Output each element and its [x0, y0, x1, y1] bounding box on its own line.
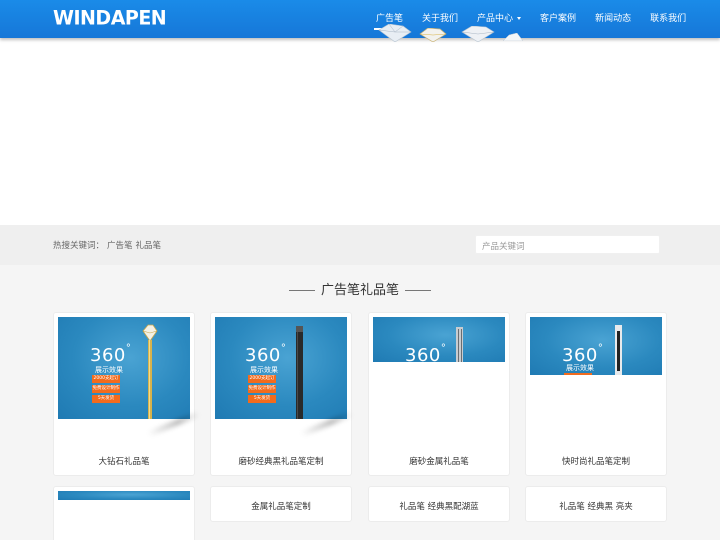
pen-image-icon: [615, 325, 622, 375]
site-logo[interactable]: WINDAPEN: [53, 6, 167, 29]
promo-sub-text: 展示效果: [95, 366, 123, 374]
nav-label: 联系我们: [650, 14, 687, 24]
section-title: 广告笔礼品笔: [0, 279, 720, 298]
promo-badge: 5天发货: [248, 395, 276, 403]
product-card[interactable]: 礼品笔 经典黑配湖蓝: [368, 486, 510, 522]
product-card[interactable]: 金属礼品笔定制: [210, 486, 352, 522]
nav-item-ad-pen[interactable]: 广告笔: [373, 11, 404, 30]
product-search-input[interactable]: 产品关键词: [475, 235, 660, 254]
product-name: 磨砂经典黑礼品笔定制: [238, 457, 324, 467]
product-image: [58, 491, 190, 500]
product-image: 360° 展示效果 2000支起订 免费设计制作 5天发货: [58, 317, 190, 419]
promo-sub-text: 展示效果: [566, 364, 594, 372]
nav-item-products[interactable]: 产品中心: [477, 11, 522, 24]
nav-label: 产品中心: [477, 14, 514, 24]
section-title-text: 广告笔礼品笔: [320, 283, 399, 298]
nav-label: 新闻动态: [595, 14, 632, 24]
product-name: 快时尚礼品笔定制: [561, 457, 630, 467]
promo-badge: 2000支起订: [92, 375, 120, 383]
promo-badge: 2000支起订: [248, 375, 276, 383]
promo-badge: 免费设计制作: [92, 385, 120, 393]
nav-item-news[interactable]: 新闻动态: [595, 11, 631, 24]
nav-item-about[interactable]: 关于我们: [422, 11, 458, 24]
diamond-decoration-icon: [461, 26, 495, 42]
product-image: 360° 展示效果: [530, 317, 662, 375]
nav-label: 客户案例: [540, 14, 577, 24]
product-image: 360° 展示效果 2000支起订 免费设计制作 5天发货: [215, 317, 347, 419]
promo-sub-text: 展示效果: [250, 366, 278, 374]
product-name: 礼品笔 经典黑配湖蓝: [399, 502, 479, 512]
promo-badge: [564, 373, 592, 375]
pen-image-icon: [456, 327, 463, 362]
diamond-decoration-icon: [419, 28, 447, 42]
search-strip: 热搜关键词： 广告笔 礼品笔 产品关键词: [0, 225, 720, 265]
hot-keywords-label: 热搜关键词：: [53, 241, 105, 251]
product-image: 360°: [373, 317, 505, 362]
promo-360-text: 360°: [405, 343, 447, 362]
product-card[interactable]: 360° 展示效果 快时尚礼品笔定制: [525, 312, 667, 476]
hot-keywords: 热搜关键词： 广告笔 礼品笔: [53, 239, 161, 251]
pen-image-icon: [296, 326, 303, 419]
nav-label: 广告笔: [376, 14, 404, 24]
product-name: 礼品笔 经典黑 亮夹: [559, 502, 633, 512]
title-divider-right: [405, 290, 431, 291]
nav-item-cases[interactable]: 客户案例: [540, 11, 576, 24]
promo-badge: 免费设计制作: [248, 385, 276, 393]
hot-keyword-link[interactable]: 礼品笔: [136, 241, 162, 251]
product-card[interactable]: 360° 展示效果 2000支起订 免费设计制作 5天发货 大钻石礼品笔: [53, 312, 201, 476]
product-card[interactable]: 360° 展示效果 2000支起订 免费设计制作 5天发货 磨砂经典黑礼品笔定制: [210, 312, 354, 476]
diamond-decoration-icon: [503, 33, 523, 41]
site-header: WINDAPEN 广告笔 关于我们 产品中心 客户案例 新闻动态 联系我们: [0, 0, 720, 38]
title-divider-left: [288, 290, 315, 291]
product-name: 磨砂金属礼品笔: [409, 457, 469, 467]
hot-keyword-link[interactable]: 广告笔: [107, 241, 133, 251]
main-nav: 广告笔 关于我们 产品中心 客户案例 新闻动态 联系我们: [373, 11, 705, 30]
nav-label: 关于我们: [422, 14, 459, 24]
promo-360-text: 360°: [90, 343, 132, 366]
promo-360-text: 360°: [245, 343, 287, 366]
hero-banner: [0, 38, 720, 225]
nav-item-contact[interactable]: 联系我们: [650, 11, 686, 24]
product-name: 金属礼品笔定制: [251, 502, 311, 512]
product-card[interactable]: 360° 磨砂金属礼品笔: [368, 312, 510, 476]
diamond-decoration-icon: [378, 24, 412, 42]
promo-badge: 5天发货: [92, 395, 120, 403]
product-card[interactable]: 礼品笔 经典黑 亮夹: [525, 486, 667, 522]
chevron-down-icon: [517, 17, 522, 20]
product-name: 大钻石礼品笔: [98, 457, 150, 467]
pen-image-icon: [142, 324, 158, 419]
product-card[interactable]: [53, 486, 195, 540]
